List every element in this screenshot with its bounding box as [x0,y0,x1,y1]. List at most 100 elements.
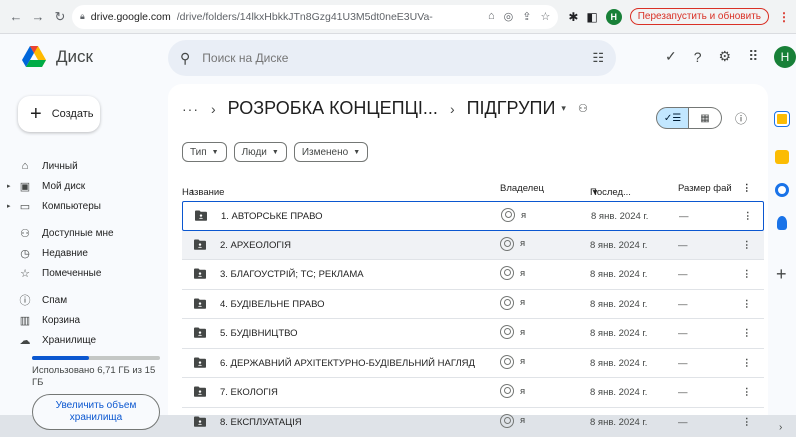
lock-icon[interactable]: 🔒︎ [80,11,85,22]
search-options-icon[interactable]: ☷ [592,50,604,66]
apps-grid-icon[interactable]: ⠿ [748,48,758,65]
sidebar-item-personal[interactable]: ⌂ Личный [0,156,170,176]
more-actions-icon[interactable]: ⋮ [742,240,752,251]
sidebar-item-label: Компьютеры [42,201,101,212]
sidebar-item-storage[interactable]: ☁ Хранилище [0,330,170,350]
menu-dots-icon[interactable]: ⋮ [778,10,790,24]
restart-button[interactable]: Перезапустить и обновить [630,8,769,25]
upgrade-storage-button[interactable]: Увеличить объем хранилища [32,394,160,430]
sidebar-nav: ⌂ Личный ▸ ▣ Мой диск ▸ ▭ Компьютеры ⚇ Д… [0,156,170,350]
more-actions-icon[interactable]: ⋮ [742,358,752,369]
file-owner: я [501,208,526,222]
chevron-down-icon[interactable]: ▾ [561,103,566,114]
drive-logo[interactable]: Диск [22,46,93,68]
table-row[interactable]: 8. ЕКСПЛУАТАЦІЯя8 янв. 2024 г.—⋮ [182,408,764,437]
column-options-icon[interactable]: ⋮ [742,183,752,194]
extensions-icon[interactable]: ✱ [568,10,578,24]
file-name[interactable]: 7. ЕКОЛОГІЯ [220,387,278,398]
owner-label: я [520,356,525,367]
breadcrumb-more[interactable]: ··· [182,101,199,117]
status-check-icon[interactable]: ✓ [665,48,677,65]
sidebar-item-shared[interactable]: ⚇ Доступные мне [0,223,170,243]
file-name[interactable]: 8. ЕКСПЛУАТАЦІЯ [220,417,302,428]
file-modified-date: 8 янв. 2024 г. [590,240,647,251]
filter-type[interactable]: Тип▼ [182,142,227,162]
info-icon[interactable]: ⓘ [735,110,747,127]
breadcrumb-parent[interactable]: РОЗРОБКА КОНЦЕПЦІ... [228,98,438,119]
file-name[interactable]: 3. БЛАГОУСТРІЙ; ТС; РЕКЛАМА [220,269,364,280]
more-actions-icon[interactable]: ⋮ [742,269,752,280]
back-icon[interactable]: ← [6,7,26,27]
column-size[interactable]: Размер фай [678,183,732,194]
sidebar-item-spam[interactable]: ⓘ Спам [0,290,170,310]
search-bar[interactable]: ⚲ ☷ [168,40,616,76]
avatar[interactable]: Н [774,46,796,68]
list-view-button[interactable]: ✓☰ [656,107,689,129]
keep-icon[interactable] [775,150,789,164]
more-actions-icon[interactable]: ⋮ [742,387,752,398]
share-icon[interactable]: ⇪ [522,10,531,23]
chevron-right-icon[interactable]: › [779,422,782,433]
expand-caret-icon[interactable]: ▸ [7,202,11,210]
calendar-icon[interactable] [775,112,789,126]
file-owner: я [500,325,525,339]
contacts-icon[interactable] [777,216,787,230]
grid-view-button[interactable]: ▦ [689,107,722,129]
translate-icon[interactable]: ⌂ [488,10,495,23]
lens-icon[interactable]: ◎ [504,10,514,23]
drive-logo-icon [22,46,46,68]
file-name[interactable]: 1. АВТОРСЬКЕ ПРАВО [221,211,322,222]
create-button[interactable]: + Создать [18,96,100,132]
profile-icon[interactable]: Н [606,9,622,25]
file-name[interactable]: 5. БУДІВНИЦТВО [220,328,298,339]
settings-gear-icon[interactable]: ⚙ [719,48,732,65]
filter-modified[interactable]: Изменено▼ [294,142,368,162]
reload-icon[interactable]: ↻ [50,7,70,27]
sidebar-item-starred[interactable]: ☆ Помеченные [0,263,170,283]
sidebar-item-my-drive[interactable]: ▸ ▣ Мой диск [0,176,170,196]
table-row[interactable]: 6. ДЕРЖАВНИЙ АРХІТЕКТУРНО-БУДІВЕЛЬНИЙ НА… [182,349,764,379]
tasks-icon[interactable] [775,183,789,197]
bookmark-star-icon[interactable]: ☆ [540,10,550,23]
address-bar[interactable]: 🔒︎ drive.google.com /drive/folders/14lkx… [72,5,558,29]
shared-folder-icon[interactable]: ⚇ [578,102,588,115]
search-icon[interactable]: ⚲ [180,50,190,67]
spam-icon: ⓘ [18,292,32,308]
shared-folder-icon [195,210,207,221]
more-actions-icon[interactable]: ⋮ [742,299,752,310]
table-row[interactable]: 7. ЕКОЛОГІЯя8 янв. 2024 г.—⋮ [182,378,764,408]
table-row[interactable]: 1. АВТОРСЬКЕ ПРАВОя8 янв. 2024 г.—⋮ [182,201,764,231]
sidebar-item-recent[interactable]: ◷ Недавние [0,243,170,263]
shared-folder-icon [194,298,206,309]
sidebar-item-computers[interactable]: ▸ ▭ Компьютеры [0,196,170,216]
column-modified[interactable]: Послед... ▾ [590,183,593,194]
filter-people[interactable]: Люди▼ [234,142,287,162]
breadcrumb-current[interactable]: ПІДГРУПИ [467,98,556,119]
main-content: ··· › РОЗРОБКА КОНЦЕПЦІ... › ПІДГРУПИ ▾ … [168,84,768,415]
file-name[interactable]: 2. АРХЕОЛОГІЯ [220,240,291,251]
file-modified-date: 8 янв. 2024 г. [590,417,647,428]
more-actions-icon[interactable]: ⋮ [743,211,753,222]
sidebar-item-trash[interactable]: ▥ Корзина [0,310,170,330]
more-actions-icon[interactable]: ⋮ [742,417,752,428]
sort-dropdown-icon[interactable]: ▾ [593,187,598,198]
more-actions-icon[interactable]: ⋮ [742,328,752,339]
column-name[interactable]: Название ↑ [182,183,190,194]
help-icon[interactable]: ? [694,49,702,65]
column-owner[interactable]: Владелец [500,183,544,194]
search-input[interactable] [202,51,580,65]
add-addon-icon[interactable]: + [776,264,787,285]
forward-icon[interactable]: → [28,7,48,27]
table-row[interactable]: 4. БУДІВЕЛЬНЕ ПРАВОя8 янв. 2024 г.—⋮ [182,290,764,320]
sort-arrow-icon[interactable]: ↑ [190,187,195,198]
table-row[interactable]: 5. БУДІВНИЦТВОя8 янв. 2024 г.—⋮ [182,319,764,349]
table-row[interactable]: 2. АРХЕОЛОГІЯя8 янв. 2024 г.—⋮ [182,231,764,261]
file-modified-date: 8 янв. 2024 г. [590,299,647,310]
file-name[interactable]: 6. ДЕРЖАВНИЙ АРХІТЕКТУРНО-БУДІВЕЛЬНИЙ НА… [220,358,475,369]
shared-folder-icon [194,268,206,279]
file-name[interactable]: 4. БУДІВЕЛЬНЕ ПРАВО [220,299,325,310]
sidepanel-icon[interactable]: ◧ [586,10,597,24]
account-circle-icon [500,266,514,280]
table-row[interactable]: 3. БЛАГОУСТРІЙ; ТС; РЕКЛАМАя8 янв. 2024 … [182,260,764,290]
expand-caret-icon[interactable]: ▸ [7,182,11,190]
